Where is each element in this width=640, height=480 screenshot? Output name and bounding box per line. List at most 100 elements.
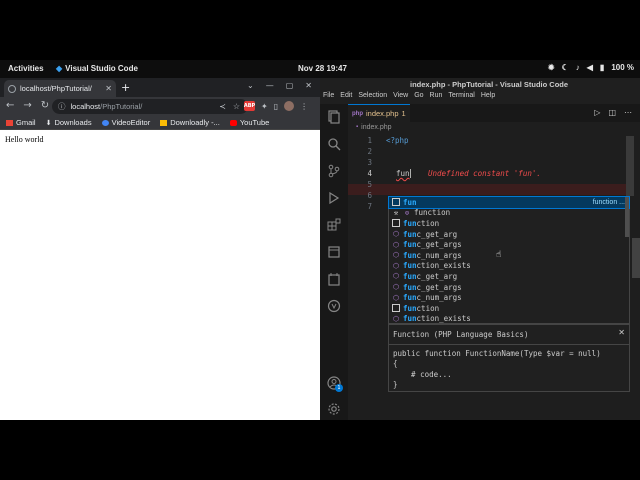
menu-terminal[interactable]: Terminal [448,92,474,104]
suggestion-match: fun [403,240,417,250]
more-actions-icon[interactable]: ⋯ [624,108,632,117]
suggestion-item[interactable]: ⬡ fun c_get_arg [389,229,629,240]
search-icon[interactable] [327,137,341,151]
volume-icon: ◀ [586,63,593,72]
details-code-line: # code... [393,370,452,379]
suggestion-label: c_get_arg [416,229,458,239]
keyword-icon [392,219,400,228]
menu-run[interactable]: Run [430,92,443,104]
remote-explorer-icon[interactable] [327,245,341,259]
source-control-icon[interactable] [327,164,341,178]
calendar-icon[interactable] [327,272,341,286]
gnome-top-bar: Activities ◆ Visual Studio Code Nov 28 1… [0,60,640,78]
minimize-icon[interactable]: — [266,81,274,90]
vertical-scrollbar[interactable] [632,238,640,278]
function-cube-icon: ⬡ [392,251,400,260]
vscode-titlebar: index.php - PhpTutorial - Visual Studio … [320,78,640,92]
run-icon[interactable]: ▷ [594,108,600,117]
new-tab-button[interactable]: + [121,81,130,94]
bookmark-gmail[interactable]: Gmail [6,118,36,127]
explorer-icon[interactable] [327,110,341,124]
back-arrow-icon[interactable]: ← [6,100,14,111]
bookmarks-bar: Gmail ⬇ Downloads VideoEditor Downloadly … [0,116,320,130]
suggestion-label: ction [416,218,440,228]
breadcrumb[interactable]: ▪ index.php [356,124,392,131]
reload-icon[interactable]: ↻ [41,100,49,111]
close-tab-icon[interactable]: ✕ [105,84,112,93]
system-tray[interactable]: ✹ ☾ ♪ ◀ ▮ 100 % [548,63,634,72]
window-title: index.php - PhpTutorial - Visual Studio … [410,80,569,89]
address-bar[interactable]: ⓘ localhost/PhpTutorial/ ≺ ☆ [52,99,248,114]
suggestion-item[interactable]: ⬡ fun ction_exists [389,261,629,272]
puzzle-icon[interactable]: ✦ [261,102,268,111]
function-cube-icon: ⬡ [392,314,400,323]
clock[interactable]: Nov 28 19:47 [298,64,347,73]
function-cube-icon: ⬡ [392,261,400,270]
suggestion-item[interactable]: ⬡ fun c_num_args [389,292,629,303]
browser-tab[interactable]: localhost/PhpTutorial/ ✕ [4,80,116,97]
method-icon: ⊙ [404,208,410,217]
profile-avatar[interactable] [284,101,295,111]
editor-tab-index-php[interactable]: php index.php 1 [348,104,410,122]
bookmark-downloadly[interactable]: Downloadly -... [160,118,220,127]
editor-scrollbar[interactable] [626,136,634,196]
suggestion-match: fun [403,303,417,313]
menu-bar: File Edit Selection View Go Run Terminal… [320,92,640,104]
suggestion-detail[interactable]: function ... [593,199,625,206]
breadcrumb-file: index.php [361,124,392,131]
bookmark-star-icon[interactable]: ☆ [233,102,240,111]
menu-help[interactable]: Help [481,92,495,104]
suggestion-match: fun [403,261,417,271]
share-icon[interactable]: ≺ [219,102,226,111]
split-editor-icon[interactable]: ◫ [608,108,616,117]
youtube-icon [229,119,237,126]
editor-tab-label: index.php [366,109,399,118]
suggestion-item[interactable]: ⬡ fun ction_exists [389,314,629,325]
run-debug-icon[interactable] [327,191,341,205]
extensions-icon[interactable] [327,218,341,232]
bookmark-youtube[interactable]: YouTube [229,118,269,127]
suggestion-item[interactable]: fun ction [389,303,629,314]
menu-edit[interactable]: Edit [340,92,352,104]
suggestion-match: fun [403,314,417,324]
maximize-icon[interactable]: ▢ [286,81,294,90]
microphone-icon: ♪ [575,63,580,72]
suggestion-item[interactable]: ⬡ fun c_num_args [389,250,629,261]
more-menu-icon[interactable]: ⋮ [300,102,308,111]
suggestion-match: fun [403,229,417,239]
videoeditor-icon [101,119,109,126]
suggestion-item[interactable]: fun function ... [388,196,630,209]
gear-icon[interactable] [327,402,341,416]
activities-button[interactable]: Activities [8,64,44,73]
chevron-down-icon[interactable]: ⌄ [247,81,254,90]
error-line-highlight [348,184,634,195]
chrome-window: localhost/PhpTutorial/ ✕ + ⌄ — ▢ ✕ ← → ↻… [0,78,320,420]
details-separator [389,344,629,345]
page-text: Hello world [5,135,44,144]
suggestion-item[interactable]: ⬡ fun c_get_arg [389,271,629,282]
bookmark-videoeditor[interactable]: VideoEditor [101,118,150,127]
info-icon[interactable]: ⓘ [58,101,66,112]
app-menu[interactable]: ◆ Visual Studio Code [56,64,138,73]
menu-selection[interactable]: Selection [358,92,387,104]
menu-file[interactable]: File [323,92,334,104]
snippet-wrench-icon: ⚒ [393,208,399,217]
close-window-icon[interactable]: ✕ [305,81,312,90]
menu-view[interactable]: View [393,92,408,104]
forward-arrow-icon[interactable]: → [23,100,31,111]
function-cube-icon: ⬡ [392,272,400,281]
suggestion-item[interactable]: ⬡ fun c_get_args [389,282,629,293]
bookmark-downloads[interactable]: ⬇ Downloads [46,118,92,127]
suggestion-label: c_get_args [416,282,462,292]
close-details-icon[interactable]: ✕ [618,328,625,337]
adblock-icon[interactable]: ABP [244,101,255,111]
side-panel-icon[interactable]: ▯ [274,102,278,111]
function-cube-icon: ⬡ [392,283,400,292]
suggestion-item[interactable]: ⬡ fun c_get_args [389,239,629,250]
suggest-scrollbar[interactable] [625,197,629,237]
suggestion-item[interactable]: ⚒ ⊙ function [389,208,629,219]
menu-go[interactable]: Go [414,92,423,104]
suggestion-item[interactable]: fun ction [389,218,629,229]
editor-tabs: php index.php 1 ▷ ◫ ⋯ [348,104,640,122]
timeline-icon[interactable] [327,299,341,313]
